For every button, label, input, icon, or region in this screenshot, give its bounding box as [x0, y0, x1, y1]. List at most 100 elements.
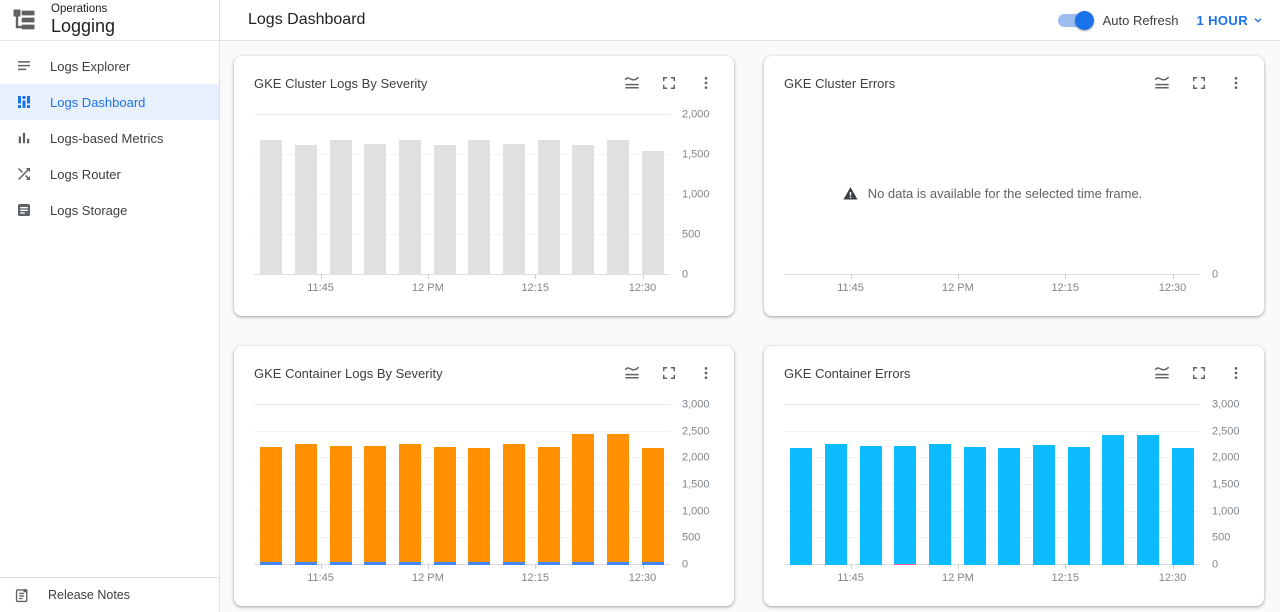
time-range-value: 1 HOUR [1196, 13, 1248, 28]
bar-segment-default [538, 140, 560, 275]
x-tick-label: 12:30 [629, 282, 657, 294]
chart-card-gke-cluster-errors: GKE Cluster Errors [764, 56, 1264, 316]
logs-explorer-icon [15, 57, 33, 75]
bar-segment-info [364, 446, 386, 563]
x-tick-label: 12:15 [1051, 282, 1079, 294]
sidebar: Operations Logging Logs Explorer [0, 0, 220, 612]
bar [1027, 405, 1062, 565]
chart-menu-button[interactable] [696, 363, 716, 383]
sidebar-item-logs-storage[interactable]: Logs Storage [0, 192, 219, 228]
y-tick-label: 3,000 [682, 400, 710, 411]
product-header: Operations Logging [0, 0, 219, 41]
bar [462, 115, 497, 275]
bar-segment-default [468, 140, 490, 275]
bar [427, 115, 462, 275]
fullscreen-button[interactable] [659, 363, 679, 383]
more-vert-icon [698, 75, 714, 91]
bar-segment-error [860, 446, 882, 565]
sidebar-item-label: Logs Dashboard [50, 95, 145, 110]
chart-title: GKE Container Logs By Severity [254, 363, 443, 381]
bar [635, 405, 670, 565]
y-tick-label: 0 [682, 560, 688, 571]
x-tick-label: 12 PM [412, 282, 444, 294]
sidebar-item-logs-dashboard[interactable]: Logs Dashboard [0, 84, 219, 120]
fullscreen-button[interactable] [1189, 73, 1209, 93]
fullscreen-icon [660, 364, 678, 382]
bar [566, 405, 601, 565]
bar-segment-info [607, 434, 629, 562]
bar-segment-error [894, 446, 916, 564]
product-label: Operations [51, 3, 115, 16]
y-tick-label: 0 [1212, 560, 1218, 571]
bar-segment-info [260, 447, 282, 562]
sidebar-item-logs-router[interactable]: Logs Router [0, 156, 219, 192]
bar-segment-default [642, 151, 664, 275]
auto-refresh-toggle[interactable] [1058, 14, 1091, 27]
chart-plot[interactable] [784, 405, 1200, 565]
chart-mode-toggle-button[interactable] [1152, 363, 1172, 383]
y-tick-label: 3,000 [1212, 400, 1240, 411]
bar [497, 405, 532, 565]
bar-segment-default [330, 140, 352, 275]
bar-segment-default [607, 140, 629, 275]
bar [462, 405, 497, 565]
bar [784, 405, 819, 565]
bar-segment-error [1033, 445, 1055, 565]
bar-segment-default [364, 144, 386, 275]
logs-metrics-icon [15, 129, 33, 147]
chart-card-gke-cluster-logs: GKE Cluster Logs By Severity [234, 56, 734, 316]
bar [323, 115, 358, 275]
app-title: Logging [51, 17, 115, 37]
y-tick-label: 1,500 [682, 150, 710, 161]
y-tick-label: 500 [1212, 533, 1230, 544]
chart-mode-toggle-button[interactable] [622, 363, 642, 383]
fullscreen-button[interactable] [659, 73, 679, 93]
bar [957, 405, 992, 565]
sidebar-item-logs-explorer[interactable]: Logs Explorer [0, 48, 219, 84]
chart-plot[interactable] [254, 405, 670, 565]
more-vert-icon [1228, 75, 1244, 91]
chart-menu-button[interactable] [1226, 73, 1246, 93]
bar-segment-info [642, 448, 664, 563]
sidebar-item-label: Logs Storage [50, 203, 127, 218]
toggle-knob [1075, 11, 1094, 30]
chart-mode-toggle-button[interactable] [622, 73, 642, 93]
bar [601, 405, 636, 565]
chart-mode-toggle-button[interactable] [1152, 73, 1172, 93]
app-window: Operations Logging Logs Explorer [0, 0, 1280, 612]
bar-segment-info [399, 444, 421, 562]
bar [1096, 405, 1131, 565]
more-vert-icon [1228, 365, 1244, 381]
bar [819, 405, 854, 565]
bar [1131, 405, 1166, 565]
x-tick-label: 12:30 [1159, 572, 1187, 584]
y-tick-label: 0 [1212, 270, 1218, 281]
bar [531, 115, 566, 275]
x-tick-label: 12:15 [521, 282, 549, 294]
bar [358, 115, 393, 275]
y-tick-label: 2,500 [682, 426, 710, 437]
x-tick-label: 12:30 [1159, 282, 1187, 294]
sidebar-item-release-notes[interactable]: Release Notes [0, 577, 219, 612]
x-tick-label: 11:45 [837, 572, 864, 584]
y-axis-labels: 05001,0001,5002,0002,5003,000 [1200, 405, 1260, 565]
chart-card-gke-container-logs: GKE Container Logs By Severity [234, 346, 734, 606]
chart-plot[interactable] [254, 115, 670, 275]
x-tick-label: 11:45 [307, 572, 334, 584]
bar [566, 115, 601, 275]
chart-title: GKE Cluster Errors [784, 73, 895, 91]
bar-segment-info [503, 444, 525, 562]
time-range-dropdown[interactable]: 1 HOUR [1196, 13, 1264, 28]
chart-menu-button[interactable] [696, 73, 716, 93]
x-axis-labels: 11:4512 PM12:1512:30 [784, 565, 1200, 591]
sidebar-item-logs-based-metrics[interactable]: Logs-based Metrics [0, 120, 219, 156]
bar [635, 115, 670, 275]
warning-icon [842, 185, 859, 202]
wave-chart-icon [1152, 363, 1172, 383]
y-axis-labels: 05001,0001,5002,0002,5003,000 [670, 405, 730, 565]
fullscreen-button[interactable] [1189, 363, 1209, 383]
bars-container [254, 115, 670, 275]
x-tick-label: 12:15 [521, 572, 549, 584]
chart-menu-button[interactable] [1226, 363, 1246, 383]
x-tick-label: 12 PM [942, 282, 974, 294]
